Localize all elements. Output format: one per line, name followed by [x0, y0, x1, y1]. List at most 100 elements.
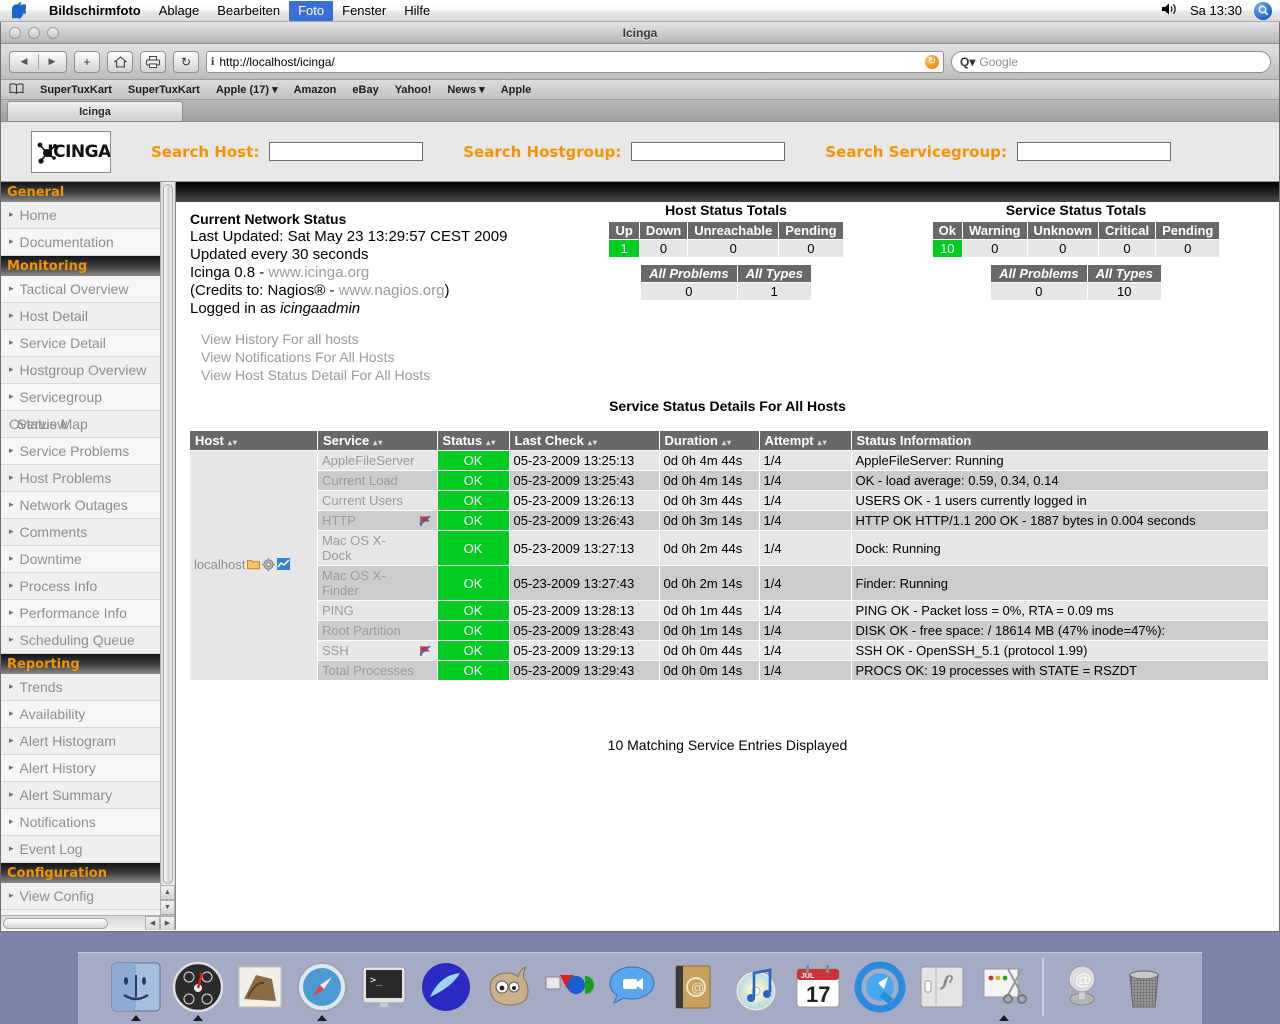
- menu-item-hilfe[interactable]: Hilfe: [395, 1, 439, 21]
- notifications-disabled-icon[interactable]: [419, 514, 433, 527]
- service-col-attempt[interactable]: Attempt ▴▾: [758, 430, 852, 451]
- service-name-cell[interactable]: HTTP: [317, 510, 438, 531]
- menu-item-app[interactable]: Bildschirmfoto: [40, 1, 150, 21]
- service-link[interactable]: Mac OS X-Finder: [322, 568, 386, 598]
- service-totals-header-critical[interactable]: Critical: [1097, 221, 1157, 240]
- sidebar-hscroll-thumb[interactable]: [3, 917, 108, 929]
- sidebar-item-overview[interactable]: Overview Status Map: [1, 411, 175, 438]
- menu-item-bearbeiten[interactable]: Bearbeiten: [208, 1, 289, 21]
- service-name-cell[interactable]: AppleFileServer: [317, 450, 438, 471]
- sidebar-item-alert-summary[interactable]: ▸ Alert Summary: [1, 782, 175, 809]
- sidebar-item-downtime[interactable]: ▸ Downtime: [1, 546, 175, 573]
- host-summary-value-all-types[interactable]: 1: [736, 282, 812, 301]
- sidebar-horizontal-scrollbar[interactable]: ◀ ▶: [1, 915, 175, 930]
- dock-terminal-icon[interactable]: >_: [353, 956, 415, 1018]
- service-col-service[interactable]: Service ▴▾: [317, 430, 438, 451]
- service-summary-header-all-problems[interactable]: All Problems: [990, 264, 1088, 283]
- scroll-up-icon[interactable]: ▲: [160, 885, 175, 900]
- spotlight-search-icon[interactable]: [1254, 1, 1272, 20]
- back-arrow-icon[interactable]: ◀: [10, 56, 38, 67]
- sort-arrows-icon[interactable]: ▴▾: [373, 438, 383, 447]
- sidebar-item-home[interactable]: ▸ Home: [1, 202, 175, 229]
- speaker-icon[interactable]: [1161, 2, 1178, 19]
- scroll-down-icon[interactable]: ▼: [160, 900, 175, 915]
- icinga-website-link[interactable]: www.icinga.org: [268, 264, 369, 281]
- icinga-logo[interactable]: ICINGA: [31, 130, 111, 173]
- sidebar-item-host-detail[interactable]: ▸ Host Detail: [1, 303, 175, 330]
- host-cell[interactable]: localhost: [189, 450, 318, 681]
- bookmark-ebay[interactable]: eBay: [352, 84, 378, 96]
- view-history-link[interactable]: View History For all hosts: [201, 330, 430, 348]
- printer-icon[interactable]: [140, 50, 166, 73]
- dock-gimp-icon[interactable]: [477, 956, 539, 1018]
- sidebar-item-documentation[interactable]: ▸ Documentation: [1, 229, 175, 256]
- host-totals-header-up[interactable]: Up: [608, 221, 640, 240]
- notifications-disabled-icon[interactable]: [419, 644, 433, 657]
- service-col-status[interactable]: Status ▴▾: [436, 430, 510, 451]
- service-totals-value-warning[interactable]: 0: [961, 239, 1028, 258]
- service-name-cell[interactable]: Mac OS X-Dock: [317, 530, 438, 566]
- sidebar-item-servicegroup[interactable]: ▸ Servicegroup: [1, 384, 175, 411]
- service-col-last-check[interactable]: Last Check ▴▾: [508, 430, 660, 451]
- sidebar-item-scheduling-queue[interactable]: ▸ Scheduling Queue: [1, 627, 175, 654]
- bookmark-amazon[interactable]: Amazon: [294, 84, 337, 96]
- host-summary-header-all-problems[interactable]: All Problems: [640, 264, 738, 283]
- service-totals-header-warning[interactable]: Warning: [961, 221, 1028, 240]
- nagios-website-link[interactable]: www.nagios.org: [339, 282, 445, 299]
- dock-finder-icon[interactable]: [105, 956, 167, 1021]
- search-servicegroup-input[interactable]: [1016, 142, 1171, 161]
- host-totals-value-unreachable[interactable]: 0: [687, 239, 780, 258]
- service-name-cell[interactable]: Current Load: [317, 470, 438, 491]
- service-link[interactable]: SSH: [322, 643, 349, 658]
- forward-arrow-icon[interactable]: ▶: [38, 56, 66, 67]
- host-totals-value-up[interactable]: 1: [608, 239, 640, 258]
- table-row[interactable]: localhost AppleFileServer OK 05-23-2009 13:…: [189, 450, 1269, 681]
- search-input[interactable]: Q▾ Google: [951, 50, 1271, 73]
- dock-safari-icon[interactable]: [291, 956, 353, 1021]
- sort-arrows-icon[interactable]: ▴▾: [818, 438, 828, 447]
- sidebar-item-hostgroup-overview[interactable]: ▸ Hostgroup Overview: [1, 357, 175, 384]
- sidebar-item-service-detail[interactable]: ▸ Service Detail: [1, 330, 175, 357]
- search-host-input[interactable]: [269, 142, 424, 161]
- service-totals-header-ok[interactable]: Ok: [931, 221, 963, 240]
- tab-icinga[interactable]: Icinga: [7, 101, 183, 121]
- reload-button[interactable]: ↻: [173, 50, 199, 73]
- service-link[interactable]: Current Users: [322, 493, 403, 508]
- service-col-duration[interactable]: Duration ▴▾: [658, 430, 760, 451]
- service-totals-value-pending[interactable]: 0: [1155, 239, 1221, 258]
- sidebar-item-trends[interactable]: ▸ Trends: [1, 674, 175, 701]
- service-name-cell[interactable]: Current Users: [317, 490, 438, 511]
- dock-mail-icon[interactable]: [229, 956, 291, 1018]
- host-link[interactable]: localhost: [194, 557, 245, 572]
- dock-itunes-icon[interactable]: [725, 956, 787, 1018]
- scroll-right-icon[interactable]: ▶: [160, 915, 175, 930]
- folder-icon[interactable]: [247, 558, 261, 574]
- sidebar-item-performance-info[interactable]: ▸ Performance Info: [1, 600, 175, 627]
- sidebar-item-service-problems[interactable]: ▸ Service Problems: [1, 438, 175, 465]
- service-link[interactable]: PING: [322, 603, 354, 618]
- service-summary-value-all-types[interactable]: 10: [1086, 282, 1162, 301]
- dock-trash-icon[interactable]: [1113, 956, 1175, 1018]
- sort-arrows-icon[interactable]: ▴▾: [722, 438, 732, 447]
- home-icon[interactable]: [107, 50, 133, 73]
- host-totals-header-pending[interactable]: Pending: [778, 221, 844, 240]
- book-icon[interactable]: [9, 82, 24, 97]
- sidebar-vertical-scrollbar[interactable]: [160, 182, 175, 915]
- service-link[interactable]: Current Load: [322, 473, 398, 488]
- service-totals-value-critical[interactable]: 0: [1097, 239, 1157, 258]
- scroll-left-icon[interactable]: ◀: [145, 915, 160, 930]
- dock-quicktime-icon[interactable]: [849, 956, 911, 1018]
- service-name-cell[interactable]: Total Processes: [317, 660, 438, 681]
- service-name-cell[interactable]: Mac OS X-Finder: [317, 565, 438, 601]
- table-row[interactable]: PING OK 05-23-2009 13:28:13 0d 0h 1m 44s 1/4…: [190, 600, 1269, 621]
- apple-icon[interactable]: [10, 1, 29, 19]
- service-name-cell[interactable]: Root Partition: [317, 620, 438, 641]
- table-row[interactable]: Mac OS X-Finder OK 05-23-2009 13:27:43 0d 0…: [190, 565, 1269, 601]
- trends-icon[interactable]: [277, 557, 291, 574]
- sidebar-item-event-log[interactable]: ▸ Event Log: [1, 836, 175, 863]
- add-bookmark-button[interactable]: +: [74, 50, 100, 73]
- service-totals-value-unknown[interactable]: 0: [1026, 239, 1099, 258]
- service-summary-header-all-types[interactable]: All Types: [1086, 264, 1162, 283]
- service-name-cell[interactable]: PING: [317, 600, 438, 621]
- bookmark-apple[interactable]: Apple: [501, 84, 532, 96]
